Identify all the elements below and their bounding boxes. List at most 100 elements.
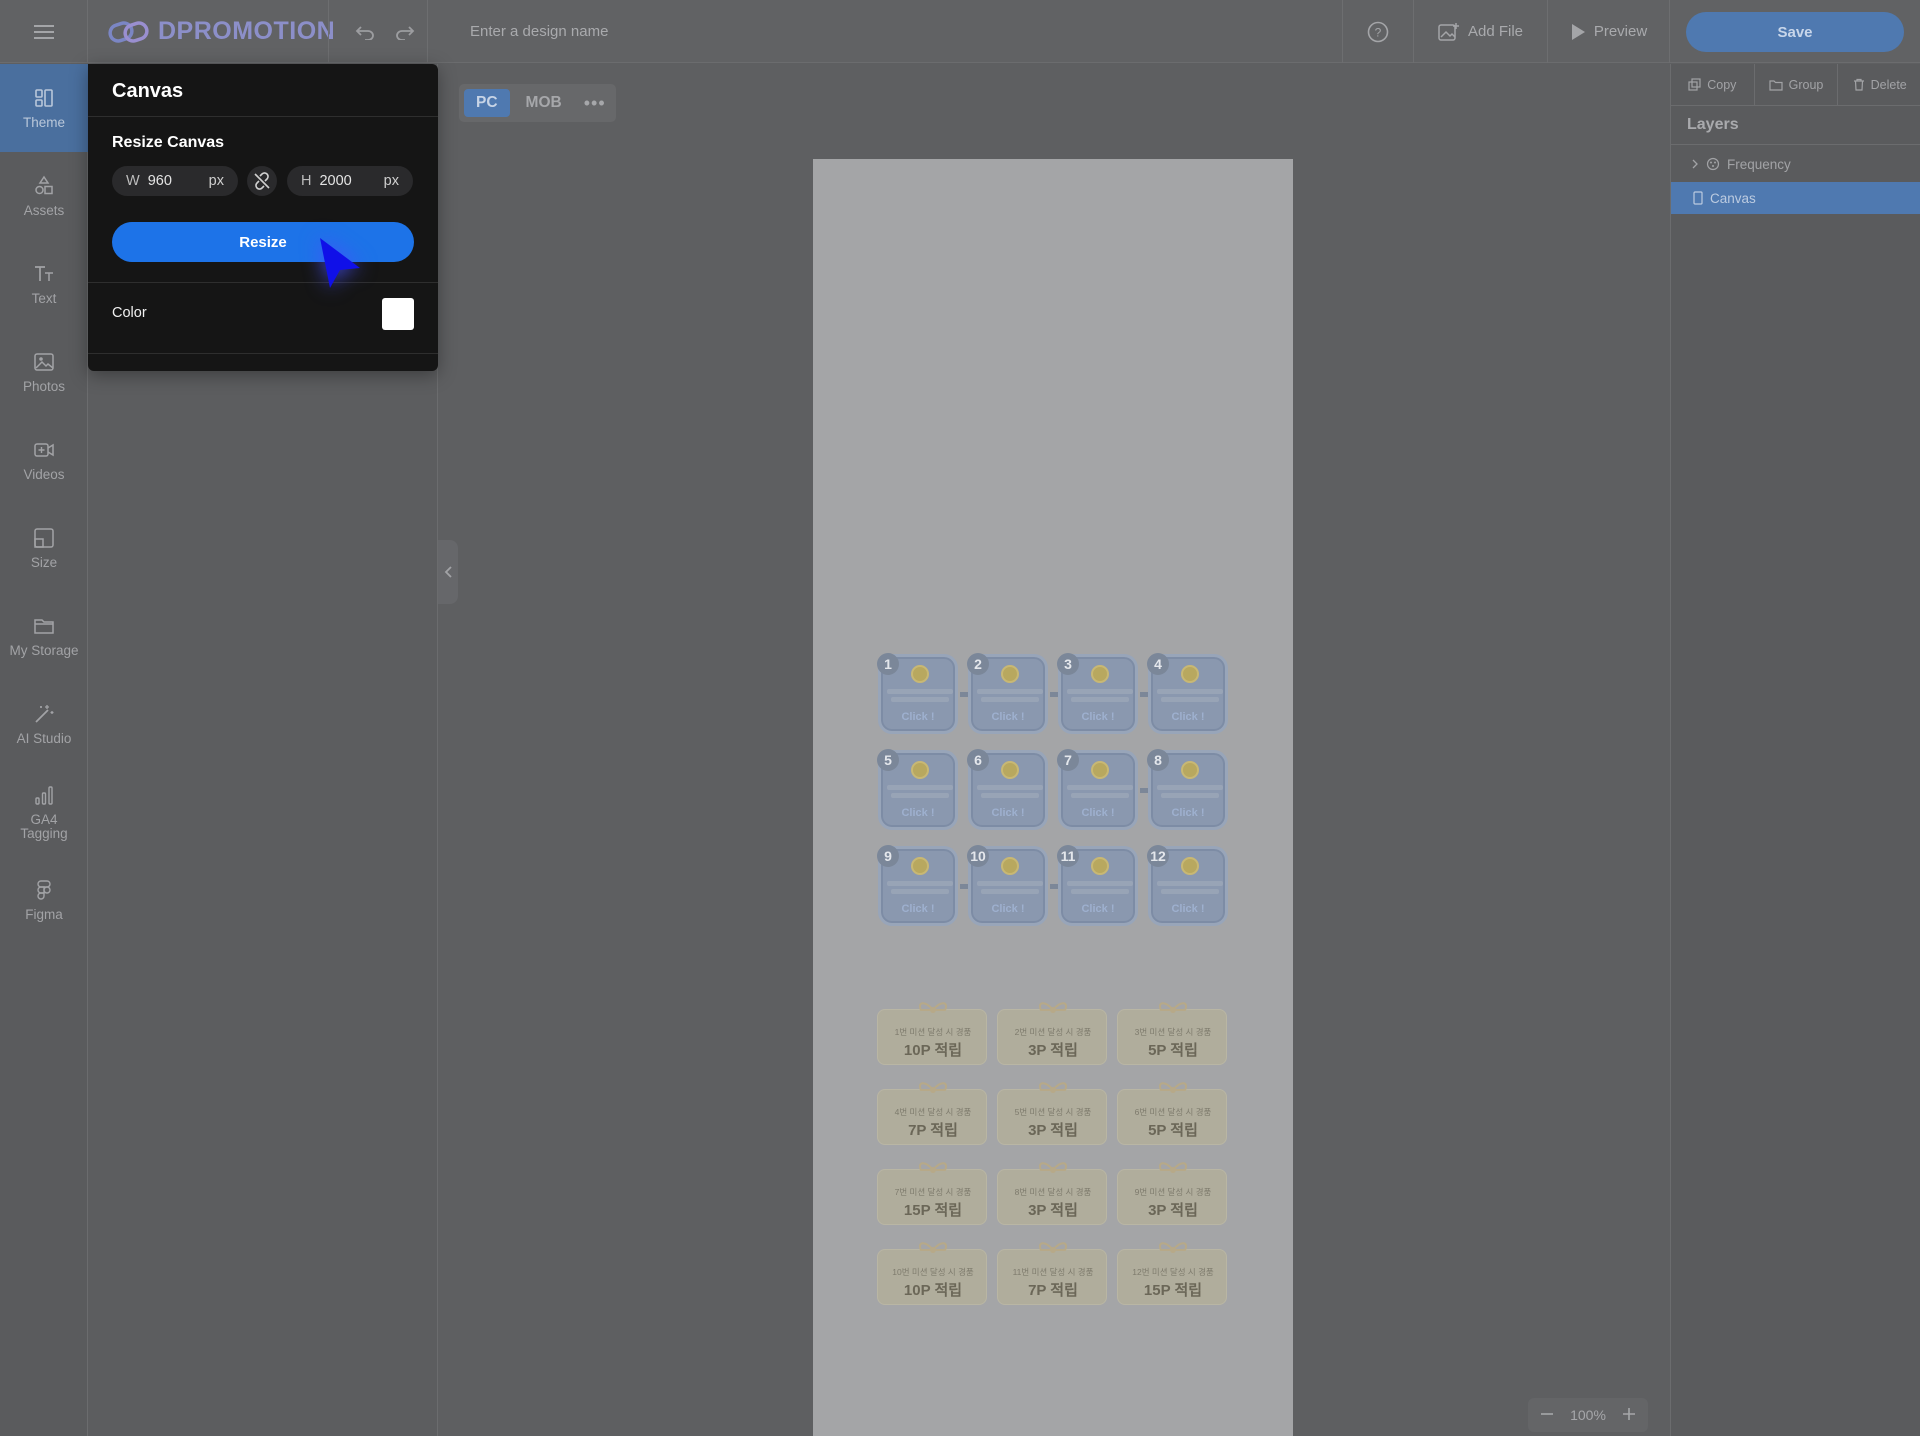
click-label: Click ! xyxy=(1081,711,1115,723)
nav-label: AI Studio xyxy=(16,730,72,746)
click-label: Click ! xyxy=(1171,807,1205,819)
zoom-in-button[interactable] xyxy=(1622,1407,1636,1424)
nav-theme[interactable]: Theme xyxy=(0,64,88,152)
copy-button[interactable]: Copy xyxy=(1671,64,1755,105)
canvas-artboard[interactable]: 1 Click ! 2 Click ! 3 Click ! 4 Click ! … xyxy=(813,159,1293,1436)
text-line xyxy=(1157,881,1223,886)
reward-caption: 2번 미션 달성 시 경품 xyxy=(1014,1027,1092,1037)
help-button[interactable]: ? xyxy=(1342,0,1414,63)
size-icon xyxy=(34,527,54,548)
reward-card: 4번 미션 달성 시 경품 7P 적립 xyxy=(877,1082,987,1145)
chevron-left-icon xyxy=(444,566,452,578)
redo-icon[interactable] xyxy=(395,24,415,40)
nav-size[interactable]: Size xyxy=(0,504,88,592)
reward-card: 11번 미션 달성 시 경품 7P 적립 xyxy=(997,1242,1107,1305)
reward-caption: 4번 미션 달성 시 경품 xyxy=(894,1107,972,1117)
add-file-label: Add File xyxy=(1467,23,1524,40)
undo-icon[interactable] xyxy=(355,24,375,40)
coin-icon xyxy=(1001,761,1019,779)
image-icon xyxy=(34,352,54,371)
reward-caption: 1번 미션 달성 시 경품 xyxy=(894,1027,972,1037)
layer-name: Canvas xyxy=(1710,190,1756,206)
mission-number: 12 xyxy=(1147,845,1169,867)
reward-amount: 5P 적립 xyxy=(1148,1042,1198,1059)
color-label: Color xyxy=(112,305,147,321)
collapse-panel-button[interactable] xyxy=(438,540,458,604)
mission-number: 7 xyxy=(1057,749,1079,771)
reward-card: 2번 미션 달성 시 경품 3P 적립 xyxy=(997,1002,1107,1065)
nav-text[interactable]: Text xyxy=(0,240,88,328)
nav-label: GA4 Tagging xyxy=(20,811,68,841)
video-icon xyxy=(34,442,54,457)
nav-label: Theme xyxy=(22,114,66,130)
add-file-button[interactable]: Add File xyxy=(1414,0,1548,63)
nav-ai-studio[interactable]: AI Studio xyxy=(0,680,88,768)
logo-mark-icon xyxy=(108,20,149,43)
nav-photos[interactable]: Photos xyxy=(0,328,88,416)
save-button[interactable]: Save xyxy=(1686,12,1904,52)
device-pc-button[interactable]: PC xyxy=(464,89,510,117)
layers-heading: Layers xyxy=(1687,116,1739,133)
height-field[interactable]: H 2000 px xyxy=(287,166,413,196)
text-line xyxy=(887,881,953,886)
mission-number: 1 xyxy=(877,653,899,675)
mission-number: 4 xyxy=(1147,653,1169,675)
width-field[interactable]: W 960 px xyxy=(112,166,238,196)
reward-amount: 7P 적립 xyxy=(908,1122,958,1139)
zoom-out-button[interactable] xyxy=(1540,1407,1554,1424)
resize-button[interactable]: Resize xyxy=(112,222,414,262)
reward-card: 3번 미션 달성 시 경품 5P 적립 xyxy=(1117,1002,1227,1065)
group-button[interactable]: Group xyxy=(1755,64,1839,105)
ribbon-bow-icon xyxy=(1039,1162,1067,1173)
ribbon-bow-icon xyxy=(919,1162,947,1173)
copy-icon xyxy=(1688,78,1701,91)
bar-chart-icon xyxy=(35,785,53,805)
nav-label: Videos xyxy=(23,466,65,482)
nav-figma[interactable]: Figma xyxy=(0,856,88,944)
mouse-cursor-icon xyxy=(320,238,360,288)
history-controls xyxy=(328,0,428,63)
nav-assets[interactable]: Assets xyxy=(0,152,88,240)
text-line xyxy=(1067,689,1133,694)
layer-item-canvas[interactable]: Canvas xyxy=(1671,182,1920,214)
coin-icon xyxy=(911,857,929,875)
click-label: Click ! xyxy=(991,903,1025,915)
coin-icon xyxy=(1181,857,1199,875)
preview-button[interactable]: Preview xyxy=(1548,0,1670,63)
mission-grid: 1 Click ! 2 Click ! 3 Click ! 4 Click ! … xyxy=(877,653,1228,944)
copy-label: Copy xyxy=(1707,77,1737,92)
aspect-lock-toggle[interactable] xyxy=(247,166,277,196)
reward-card: 8번 미션 달성 시 경품 3P 적립 xyxy=(997,1162,1107,1225)
mission-card: 6 Click ! xyxy=(967,749,1048,830)
logo[interactable]: DPROMOTION xyxy=(108,0,335,63)
nav-label: Figma xyxy=(25,906,63,922)
layer-actions: Copy Group Delete xyxy=(1671,64,1920,106)
delete-button[interactable]: Delete xyxy=(1838,64,1920,105)
color-swatch[interactable] xyxy=(382,298,414,330)
more-options-icon[interactable]: ••• xyxy=(584,93,606,114)
hamburger-menu-icon xyxy=(33,24,54,39)
layer-item-frequency[interactable]: Frequency xyxy=(1671,148,1920,180)
design-name-input[interactable]: Enter a design name xyxy=(470,0,608,63)
width-value[interactable]: 960 xyxy=(148,173,209,189)
nav-ga4-tagging[interactable]: GA4 Tagging xyxy=(0,768,88,856)
mission-number: 6 xyxy=(967,749,989,771)
nav-videos[interactable]: Videos xyxy=(0,416,88,504)
zoom-level: 100% xyxy=(1570,1407,1606,1423)
text-line xyxy=(1161,889,1219,894)
text-line xyxy=(981,793,1039,798)
click-label: Click ! xyxy=(1081,903,1115,915)
mission-card: 7 Click ! xyxy=(1057,749,1138,830)
reward-caption: 6번 미션 달성 시 경품 xyxy=(1134,1107,1212,1117)
coin-icon xyxy=(1181,665,1199,683)
device-mob-button[interactable]: MOB xyxy=(514,89,574,117)
menu-button[interactable] xyxy=(0,0,88,63)
mission-number: 5 xyxy=(877,749,899,771)
minus-icon xyxy=(1541,1412,1553,1415)
play-icon xyxy=(1571,23,1585,40)
chevron-right-icon[interactable] xyxy=(1691,159,1699,169)
nav-my-storage[interactable]: My Storage xyxy=(0,592,88,680)
nav-label: Assets xyxy=(23,202,65,218)
height-value[interactable]: 2000 xyxy=(319,173,383,189)
text-line xyxy=(1157,785,1223,790)
